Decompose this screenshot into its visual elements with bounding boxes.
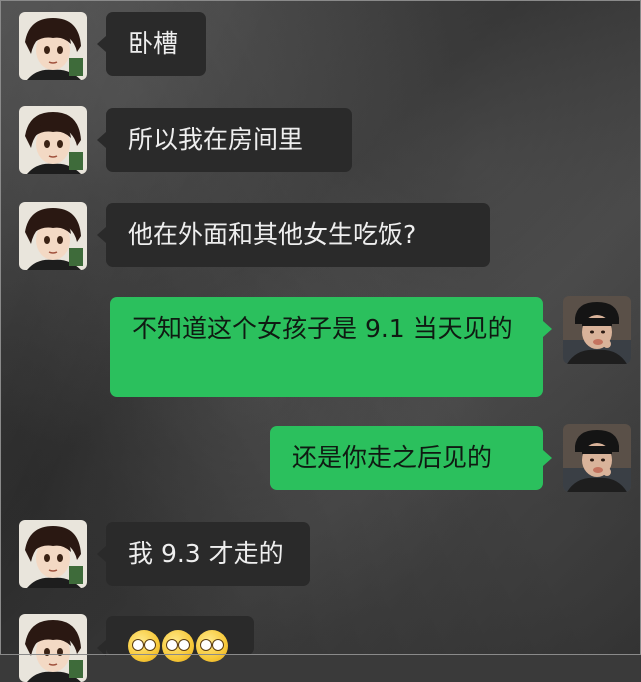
- screenshot-border: [0, 0, 641, 655]
